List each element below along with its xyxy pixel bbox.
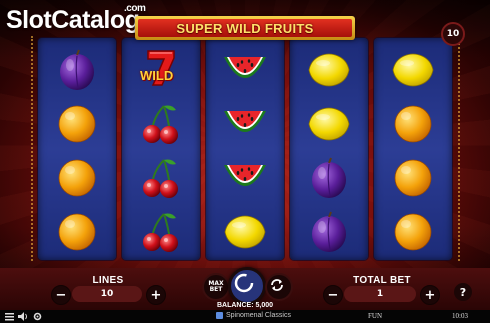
cherry-symbol xyxy=(122,204,200,259)
orange-symbol xyxy=(38,204,116,259)
reel-3 xyxy=(206,38,284,260)
lines-label: LINES xyxy=(92,275,124,286)
plus-icon: + xyxy=(424,287,436,303)
spin-icon xyxy=(234,273,254,293)
settings-icon[interactable] xyxy=(33,312,42,321)
bet-minus-button[interactable]: − xyxy=(323,285,343,305)
provider-branding: Spinomenal Classics xyxy=(216,312,291,319)
game-title-inner: SUPER WILD FRUITS xyxy=(138,19,352,37)
orange-symbol xyxy=(374,96,452,151)
slotcatalog-watermark: SlotCatalog .com xyxy=(6,3,146,35)
watermelon-symbol xyxy=(206,96,284,151)
orange-symbol xyxy=(38,150,116,205)
seven-wild-symbol: WILD xyxy=(122,42,200,97)
cherry-symbol xyxy=(122,96,200,151)
total-bet-label: TOTAL BET xyxy=(353,275,411,286)
plum-symbol xyxy=(290,150,368,205)
plus-icon: + xyxy=(150,287,162,303)
spin-button[interactable] xyxy=(228,267,266,305)
reel-1 xyxy=(38,38,116,260)
watermelon-symbol xyxy=(206,150,284,205)
total-bet-field: 1 xyxy=(344,286,416,302)
max-bet-button[interactable]: MAX BET xyxy=(202,273,230,301)
watermelon-symbol xyxy=(206,42,284,97)
minus-icon: − xyxy=(327,287,339,303)
plum-symbol xyxy=(290,204,368,259)
lemon-symbol xyxy=(290,42,368,97)
reel-2: WILD xyxy=(122,38,200,260)
watermark-slot: Slot xyxy=(6,6,52,34)
bet-plus-button[interactable]: + xyxy=(420,285,440,305)
lines-minus-button[interactable]: − xyxy=(51,285,71,305)
game-stage: SlotCatalog .com WILD SUPER WILD FRUITS … xyxy=(0,0,490,323)
watermark-com: .com xyxy=(124,3,146,14)
right-dotted-border xyxy=(458,36,463,261)
game-title-banner: SUPER WILD FRUITS xyxy=(135,16,355,40)
cherry-symbol xyxy=(122,150,200,205)
game-title: SUPER WILD FRUITS xyxy=(176,20,314,36)
orange-symbol xyxy=(38,96,116,151)
orange-symbol xyxy=(374,150,452,205)
fun-mode-label: FUN xyxy=(368,312,383,320)
footer-bar: Spinomenal Classics FUN 10:03 xyxy=(0,310,490,323)
sound-icon[interactable] xyxy=(18,312,29,321)
plum-symbol xyxy=(38,42,116,97)
balance-text: BALANCE: 5,000 xyxy=(216,302,273,309)
paylines-badge[interactable]: 10 xyxy=(441,22,465,46)
clock: 10:03 xyxy=(452,312,468,320)
lemon-symbol xyxy=(374,42,452,97)
lemon-symbol xyxy=(290,96,368,151)
left-dotted-border xyxy=(31,36,36,261)
menu-icon[interactable] xyxy=(5,312,14,321)
reel-5 xyxy=(374,38,452,260)
autoplay-icon xyxy=(271,279,283,291)
lines-plus-button[interactable]: + xyxy=(146,285,166,305)
help-button[interactable]: ? xyxy=(454,283,472,301)
provider-name: Spinomenal Classics xyxy=(226,312,291,319)
lines-value-field: 10 xyxy=(72,286,142,302)
provider-logo-icon xyxy=(216,312,223,319)
reel-4 xyxy=(290,38,368,260)
minus-icon: − xyxy=(55,287,67,303)
orange-symbol xyxy=(374,204,452,259)
lemon-symbol xyxy=(206,204,284,259)
wild-label: WILD xyxy=(140,68,174,83)
autoplay-button[interactable] xyxy=(265,273,293,301)
